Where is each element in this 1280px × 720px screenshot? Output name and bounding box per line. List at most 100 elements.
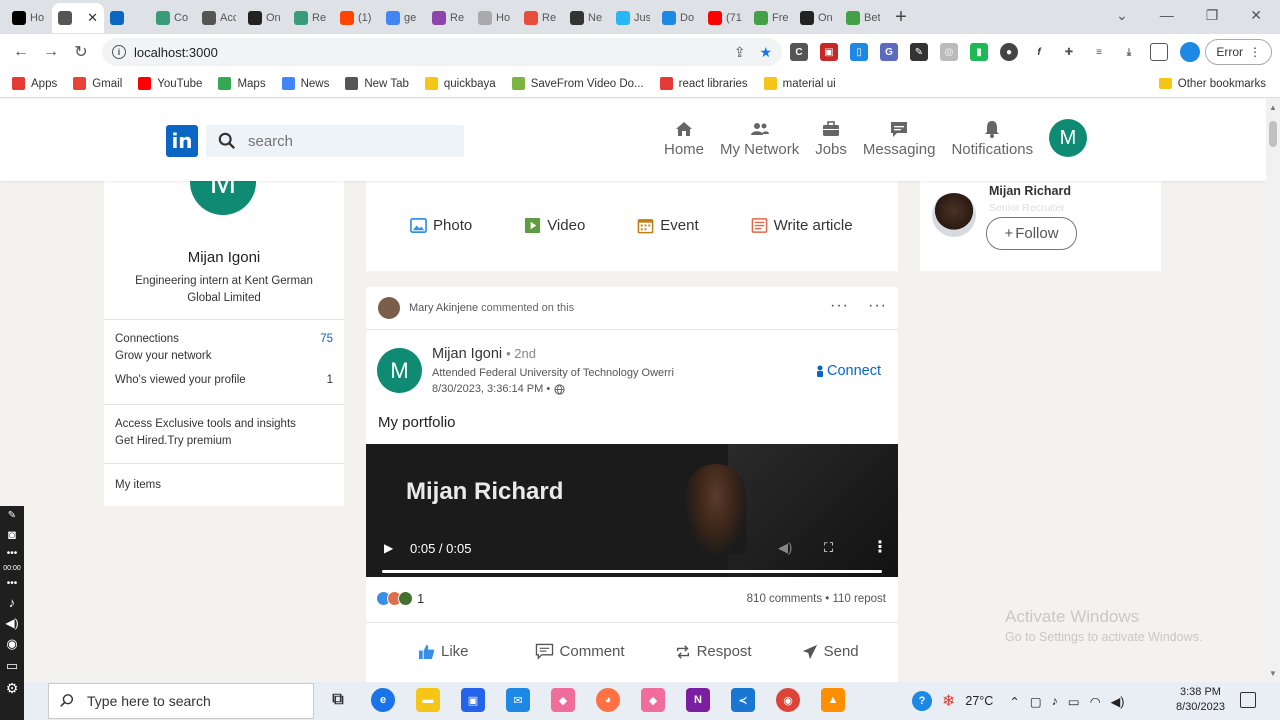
suggestion-name[interactable]: Mijan Richard [989, 184, 1071, 198]
store-icon[interactable]: ▣ [461, 688, 485, 712]
help-icon[interactable]: ? [912, 691, 932, 711]
speaker-icon[interactable]: ◀) [5, 616, 18, 630]
bookmark-star-icon[interactable]: ★ [759, 44, 772, 61]
site-info-icon[interactable]: i [112, 45, 126, 59]
edge-icon[interactable]: e [371, 688, 395, 712]
error-button[interactable]: Error ⋮ [1205, 39, 1272, 65]
microphone-icon[interactable]: ♪ [1052, 694, 1058, 708]
browser-tab[interactable]: Co [150, 3, 196, 33]
browser-tab[interactable]: Acc [196, 3, 242, 33]
page-scrollbar[interactable]: ▲ ▼ [1266, 99, 1280, 682]
photo-button[interactable]: Photo [410, 217, 472, 234]
reload-icon[interactable]: ↻ [66, 42, 96, 62]
temperature[interactable]: 27°C [965, 694, 993, 708]
new-tab-button[interactable]: + [886, 6, 916, 29]
browser-tab[interactable]: Ho [472, 3, 518, 33]
bookmark-item[interactable]: YouTube [138, 77, 202, 90]
author-avatar[interactable]: M [377, 348, 422, 393]
browser-tab[interactable]: ge [380, 3, 426, 33]
browser-tab[interactable]: Fre [748, 3, 794, 33]
browser-tab[interactable]: (71 [702, 3, 748, 33]
window-icon[interactable]: ▭ [6, 658, 18, 674]
my-items-link[interactable]: My items [115, 479, 161, 491]
firefox-icon[interactable]: ◕ [596, 688, 620, 712]
commenter-name[interactable]: Mary Akinjene [409, 302, 478, 314]
profile-name[interactable]: Mijan Igoni [104, 249, 344, 266]
bookmark-item[interactable]: react libraries [659, 77, 748, 90]
connect-button[interactable]: Connect [815, 363, 881, 379]
settings-icon[interactable]: ⚙ [6, 680, 19, 697]
extension-icon[interactable]: ▮ [970, 43, 988, 61]
weather-icon[interactable]: ❄ [942, 691, 955, 711]
reading-list-icon[interactable]: ≡ [1090, 43, 1108, 61]
formula-icon[interactable]: f [1030, 43, 1048, 61]
nav-jobs[interactable]: Jobs [815, 119, 847, 158]
taskbar-search[interactable]: Type here to search [48, 683, 314, 719]
browser-tab[interactable]: Re [518, 3, 564, 33]
browser-tab[interactable]: (1) [334, 3, 380, 33]
webcam-icon[interactable]: ◉ [6, 636, 17, 652]
browser-tab[interactable]: Bet [840, 3, 886, 33]
close-window-icon[interactable]: ✕ [1250, 7, 1262, 24]
browser-tab[interactable]: ✕ [52, 3, 104, 33]
nav-my-network[interactable]: My Network [720, 119, 799, 158]
author-name[interactable]: Mijan Igoni [432, 346, 502, 362]
microphone-icon[interactable]: ♪ [9, 595, 16, 610]
extension-icon[interactable]: ▣ [820, 43, 838, 61]
volume-icon[interactable]: ◀) [778, 540, 792, 556]
browser-tab[interactable]: On [242, 3, 288, 33]
scrollbar-thumb[interactable] [1269, 121, 1277, 147]
taskbar-clock[interactable]: 3:38 PM 8/30/2023 [1176, 685, 1225, 715]
follow-button[interactable]: + Follow [986, 217, 1077, 250]
browser-tab[interactable]: Do [656, 3, 702, 33]
volume-icon[interactable]: ◀) [1111, 694, 1125, 709]
translate-icon[interactable]: G [880, 43, 898, 61]
close-tab-icon[interactable]: ✕ [87, 10, 98, 26]
battery-icon[interactable]: ▭ [1068, 694, 1080, 709]
comment-stats[interactable]: 810 comments • 110 repost [747, 593, 886, 605]
chrome-profile-avatar[interactable] [1180, 42, 1200, 62]
browser-tab[interactable] [104, 3, 150, 33]
browser-tab[interactable]: Ne [564, 3, 610, 33]
figma-icon[interactable]: ◆ [551, 688, 575, 712]
tab-search-icon[interactable]: ⌄ [1116, 7, 1128, 24]
eyedropper-icon[interactable]: ✎ [910, 43, 928, 61]
other-bookmarks[interactable]: Other bookmarks [1158, 78, 1266, 90]
browser-tab[interactable]: Re [426, 3, 472, 33]
like-button[interactable]: Like [418, 643, 469, 660]
video-player[interactable]: Mijan Richard ▶ 0:05 / 0:05 ◀) ⛶ ⋮ [366, 444, 898, 577]
more-options-icon[interactable]: ··· [868, 297, 887, 315]
comment-button[interactable]: Comment [535, 643, 625, 660]
chevron-up-icon[interactable]: ⌃ [1009, 694, 1019, 709]
more-icon[interactable]: ••• [7, 578, 18, 589]
restore-icon[interactable]: ❐ [1206, 7, 1219, 24]
play-icon[interactable]: ▶ [384, 541, 393, 555]
meet-now-icon[interactable]: ▢ [1030, 694, 1042, 709]
notification-icon[interactable] [1240, 692, 1256, 708]
fullscreen-icon[interactable]: ⛶ [824, 540, 833, 556]
me-avatar[interactable]: M [1049, 119, 1087, 157]
address-bar[interactable]: i localhost:3000 ⇪ ★ [102, 38, 782, 66]
linkedin-logo[interactable]: in [166, 125, 198, 157]
bookmark-item[interactable]: New Tab [345, 77, 409, 90]
browser-tab[interactable]: Re [288, 3, 334, 33]
connections-row[interactable]: Connections 75 [115, 333, 333, 345]
event-button[interactable]: Event [637, 217, 699, 234]
side-panel-icon[interactable] [1150, 43, 1168, 61]
bookmark-item[interactable]: Apps [12, 77, 57, 90]
compass-icon[interactable]: ◎ [940, 43, 958, 61]
bookmark-item[interactable]: SaveFrom Video Do... [511, 77, 644, 90]
repost-button[interactable]: Respost [675, 643, 752, 660]
mail-icon[interactable]: ✉ [506, 688, 530, 712]
bookmark-item[interactable]: News [281, 77, 329, 90]
minimize-icon[interactable]: — [1160, 7, 1174, 23]
suggestion-avatar[interactable] [932, 193, 976, 237]
browser-tab[interactable]: Jus [610, 3, 656, 33]
scroll-down-icon[interactable]: ▼ [1269, 669, 1277, 678]
browser-tab[interactable]: Ho [6, 3, 52, 33]
onenote-icon[interactable]: N [686, 688, 710, 712]
premium-link[interactable]: Get Hired.Try premium [115, 435, 232, 447]
nav-home[interactable]: Home [664, 119, 704, 158]
figma-icon[interactable]: ◆ [641, 688, 665, 712]
more-icon[interactable]: ••• [7, 548, 18, 559]
